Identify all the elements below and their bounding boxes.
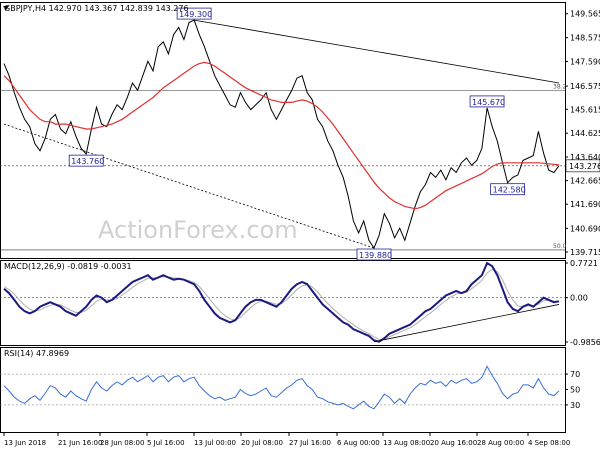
price-series-price: [3, 19, 560, 250]
price-annotation-label: 142.580: [493, 186, 526, 195]
price-hline-label: 38.2: [553, 83, 567, 90]
price-annotation-label: 145.670: [472, 98, 505, 107]
macd-title: MACD(12,26,9) -0.0819 -0.0031: [4, 262, 132, 271]
price-annotation-label: 139.880: [359, 251, 392, 260]
price-y-tick-label: 140.690: [570, 224, 600, 233]
price-y-tick-label: 139.715: [570, 248, 600, 257]
chart-svg: 149.565 148.575 147.590 146.575 145.615 144.6…: [0, 2, 600, 447]
price-y-tick-label: 141.690: [570, 200, 600, 209]
price-series-sma: [3, 61, 560, 210]
x-tick-label: 20 Jul 08:00: [241, 439, 283, 447]
macd-y-tick-label: 0.7721: [570, 259, 598, 268]
chart-header: GBPJPY,H4 142.970 143.367 142.839 143.27…: [4, 4, 189, 13]
x-tick-label: 6 Aug 00:00: [337, 439, 380, 447]
x-tick-label: 21 Jun 16:00: [58, 439, 102, 447]
price-trendline: [194, 19, 560, 84]
macd-trendline: [373, 304, 560, 343]
price-hline-label: 50.0: [553, 243, 567, 250]
price-y-tick-label: 149.565: [570, 10, 600, 19]
last-price-label: 143.276: [569, 162, 600, 171]
price-annotation-label: 143.760: [71, 157, 104, 166]
x-tick-label: 4 Sep 08:00: [528, 439, 570, 447]
price-y-tick-label: 147.590: [570, 57, 600, 66]
rsi-title: RSI(14) 47.8969: [4, 349, 69, 358]
chart-root: 149.565 148.575 147.590 146.575 145.615 144.6…: [0, 0, 600, 450]
macd-series-macd: [3, 261, 560, 343]
watermark: ActionForex.com: [98, 216, 298, 244]
x-tick-label: 5 Jul 16:00: [147, 439, 185, 447]
x-tick-label: 27 Jul 16:00: [289, 439, 331, 447]
price-y-tick-label: 144.625: [570, 129, 600, 138]
x-tick-label: 13 Jul 00:00: [194, 439, 236, 447]
rsi-y-tick-label: 30: [570, 401, 580, 410]
rsi-series: [3, 365, 560, 410]
x-tick-label: 13 Aug 08:00: [383, 439, 430, 447]
x-tick-label: 13 Jun 2018: [4, 439, 46, 447]
price-y-tick-label: 145.615: [570, 105, 600, 114]
x-tick-label: 28 Jun 08:00: [100, 439, 144, 447]
panel-frame-rsi: [0, 347, 566, 433]
macd-y-tick-label: 0.00: [570, 294, 588, 303]
x-tick-label: 20 Aug 16:00: [430, 439, 477, 447]
rsi-y-tick-label: 70: [570, 370, 580, 379]
rsi-y-tick-label: 50: [570, 386, 580, 395]
price-y-tick-label: 142.665: [570, 177, 600, 186]
price-y-tick-label: 146.575: [570, 82, 600, 91]
x-tick-label: 28 Aug 00:00: [477, 439, 524, 447]
macd-y-tick-label: -0.9856: [570, 338, 600, 347]
price-y-tick-label: 148.575: [570, 34, 600, 43]
